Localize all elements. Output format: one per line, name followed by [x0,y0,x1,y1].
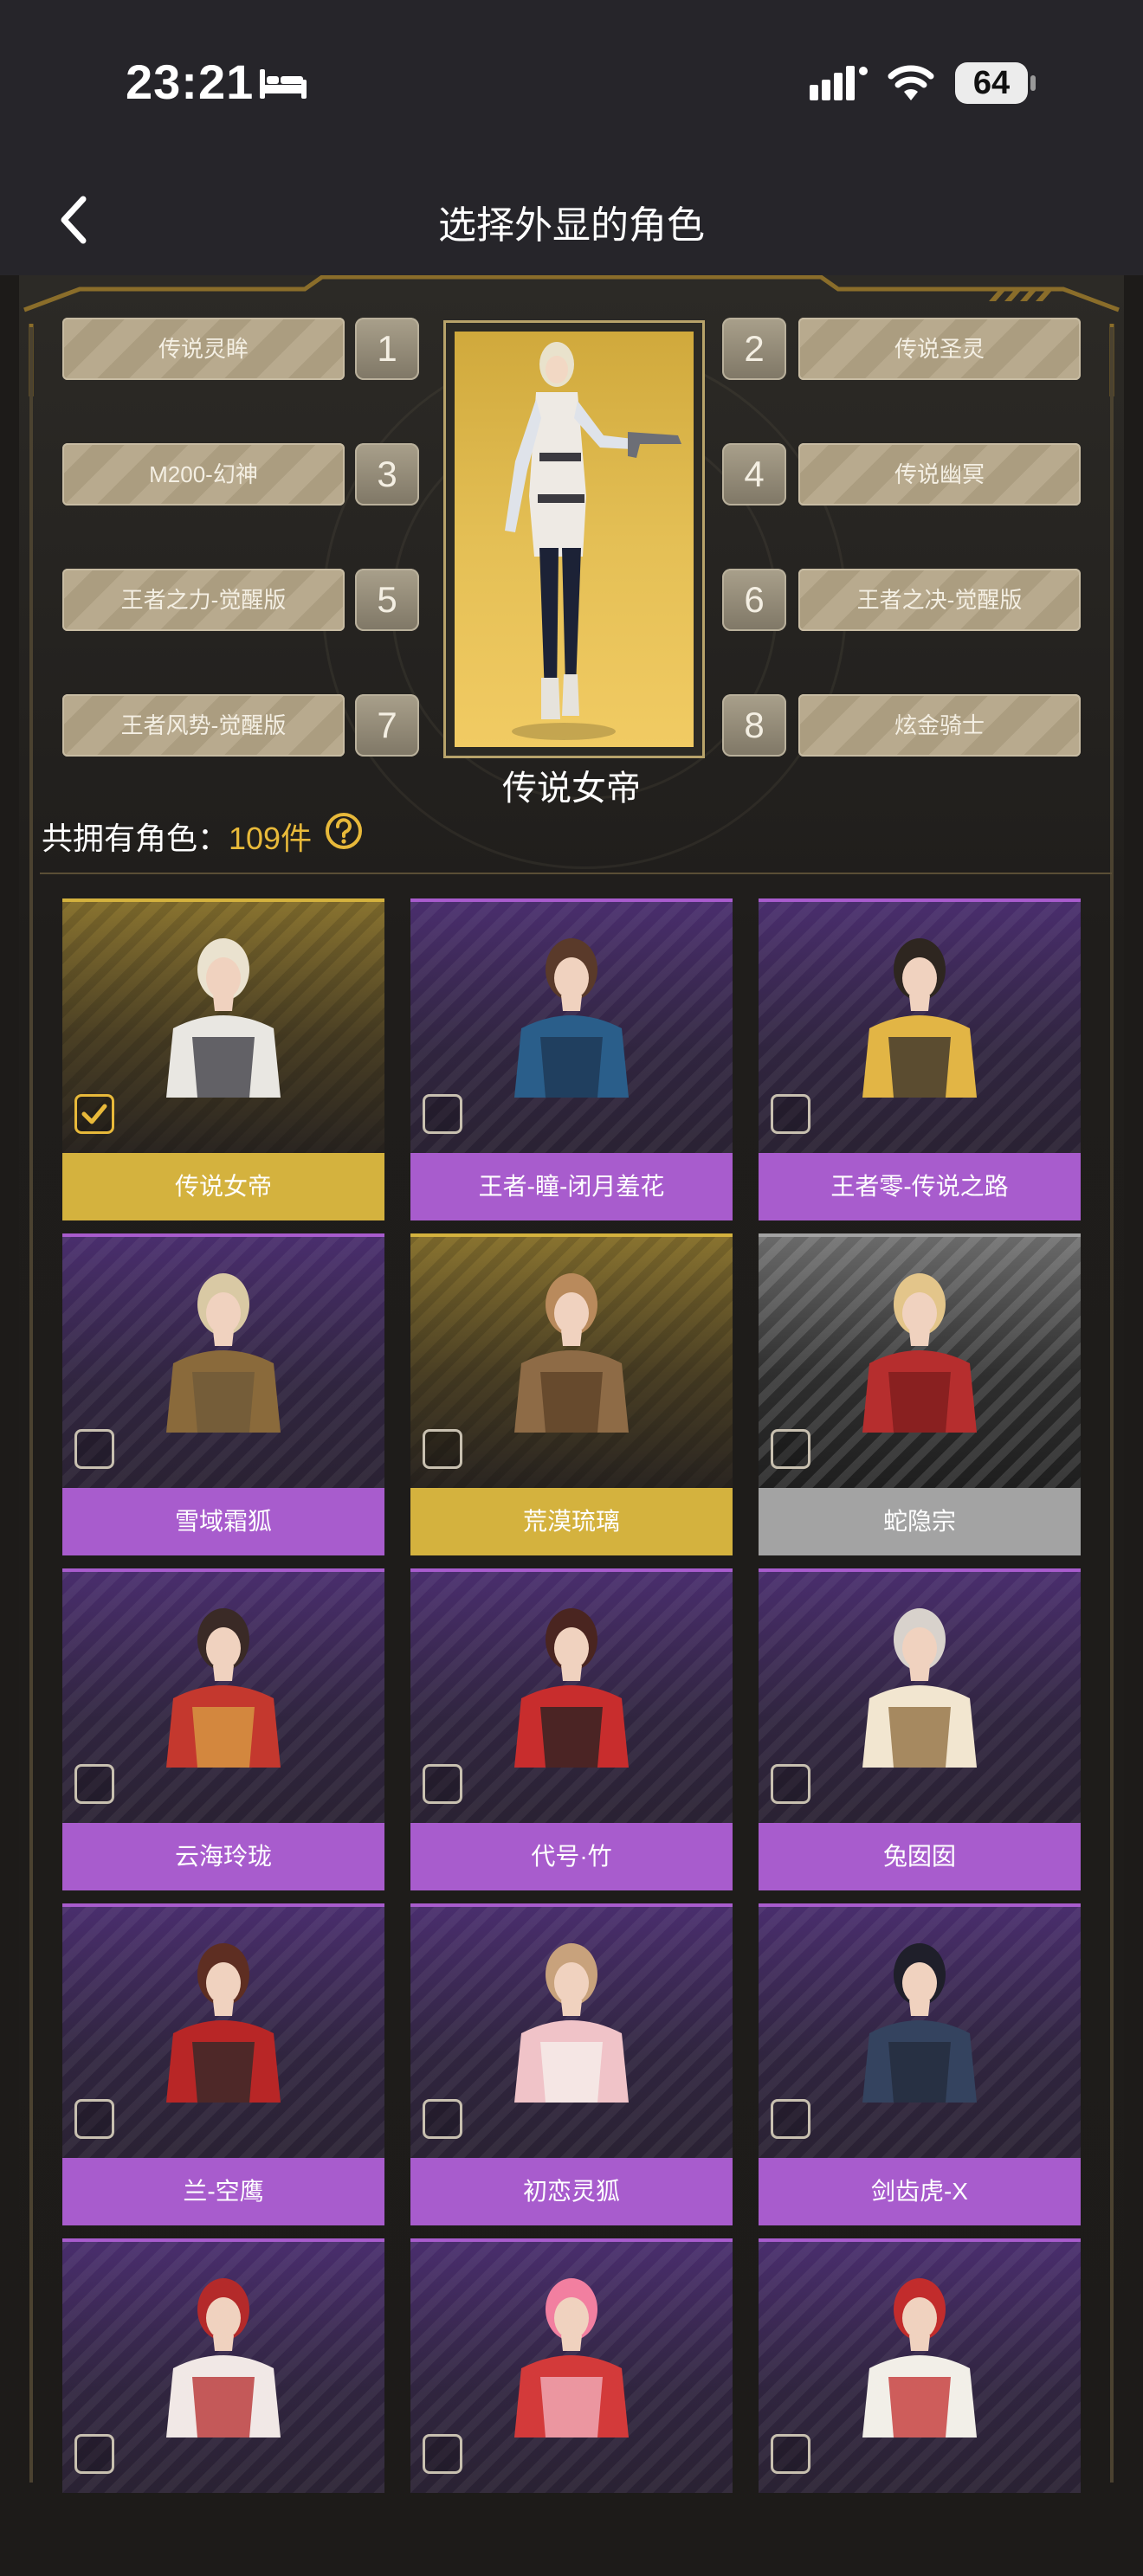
select-checkbox[interactable] [771,1094,810,1134]
select-checkbox[interactable] [74,1764,114,1804]
status-time: 23:21 [126,55,255,109]
character-name: 雪域霜狐 [62,1488,384,1555]
slot-7-label[interactable]: 王者风势-觉醒版 [62,694,345,757]
slot-1-number[interactable]: 1 [355,318,419,380]
character-card[interactable]: 王者零-传说之路 [759,898,1081,1236]
character-portrait [62,1233,384,1488]
character-name: 传说女帝 [62,1153,384,1220]
slot-4-label[interactable]: 传说幽冥 [798,443,1081,506]
character-name: 兰-空鹰 [62,2158,384,2225]
character-name: 剑齿虎-X [759,2158,1081,2225]
select-checkbox[interactable] [74,1094,114,1134]
slot-5-label[interactable]: 王者之力-觉醒版 [62,569,345,631]
wifi-icon [888,65,934,100]
slot-3-label[interactable]: M200-幻神 [62,443,345,506]
slot-6-label[interactable]: 王者之决-觉醒版 [798,569,1081,631]
character-name: 兔囡囡 [759,1823,1081,1890]
character-portrait [62,1903,384,2158]
page-title: 选择外显的角色 [438,204,705,247]
character-name: 初恋灵狐 [410,2158,733,2225]
slot-6-number[interactable]: 6 [722,569,786,631]
select-checkbox[interactable] [74,1429,114,1469]
status-bar: 23:21 64 [0,0,1143,164]
character-portrait [759,1233,1081,1488]
character-portrait [759,1903,1081,2158]
select-checkbox[interactable] [771,2099,810,2139]
character-portrait [410,898,733,1153]
character-portrait [62,898,384,1153]
character-card[interactable] [62,2238,384,2576]
character-card[interactable]: 传说女帝 [62,898,384,1236]
character-portrait [410,1233,733,1488]
battery-tip [1030,75,1036,91]
featured-character-portrait [455,332,694,747]
character-card[interactable]: 蛇隐宗 [759,1233,1081,1571]
character-card[interactable]: 王者-瞳-闭月羞花 [410,898,733,1236]
select-checkbox[interactable] [771,1764,810,1804]
character-portrait [410,2238,733,2493]
select-checkbox[interactable] [423,1764,462,1804]
character-name: 荒漠琉璃 [410,1488,733,1555]
slot-2-label[interactable]: 传说圣灵 [798,318,1081,380]
slot-1-label[interactable]: 传说灵眸 [62,318,345,380]
select-checkbox[interactable] [771,1429,810,1469]
character-card[interactable]: 云海玲珑 [62,1568,384,1906]
character-card[interactable]: 初恋灵狐 [410,1903,733,2241]
help-icon[interactable] [325,812,363,850]
character-name: 王者-瞳-闭月羞花 [410,1153,733,1220]
featured-character-name: 传说女帝 [502,770,641,808]
slot-5-number[interactable]: 5 [355,569,419,631]
character-portrait [62,1568,384,1823]
select-checkbox[interactable] [423,2434,462,2474]
character-portrait [410,1903,733,2158]
character-portrait [410,1568,733,1823]
checkmark-icon [81,1104,107,1124]
nav-bar: 选择外显的角色 [0,164,1143,275]
cellular-signal-icon [810,66,868,100]
character-card[interactable]: 兔囡囡 [759,1568,1081,1906]
character-card[interactable] [759,2238,1081,2576]
select-checkbox[interactable] [74,2434,114,2474]
battery-indicator: 64 [955,62,1028,104]
character-name: 代号·竹 [410,1823,733,1890]
character-name: 王者零-传说之路 [759,1153,1081,1220]
featured-character-frame [443,320,705,758]
character-card[interactable]: 代号·竹 [410,1568,733,1906]
character-name: 云海玲珑 [62,1823,384,1890]
character-portrait [62,2238,384,2493]
owned-count-label: 共拥有角色： [42,821,229,856]
character-card[interactable]: 雪域霜狐 [62,1233,384,1571]
character-portrait [759,2238,1081,2493]
section-divider [40,873,1112,874]
slot-2-number[interactable]: 2 [722,318,786,380]
character-portrait [759,898,1081,1153]
frame-left-edge [29,327,33,2483]
select-checkbox[interactable] [423,1094,462,1134]
select-checkbox[interactable] [423,1429,462,1469]
select-checkbox[interactable] [771,2434,810,2474]
frame-right-edge [1110,327,1114,2483]
character-card[interactable]: 荒漠琉璃 [410,1233,733,1571]
sleep-focus-icon [260,69,307,99]
character-card[interactable]: 兰-空鹰 [62,1903,384,2241]
character-figure-icon [505,342,681,740]
owned-count-value: 109件 [229,821,313,856]
slot-8-label[interactable]: 炫金骑士 [798,694,1081,757]
slot-4-number[interactable]: 4 [722,443,786,506]
character-portrait [759,1568,1081,1823]
character-card[interactable] [410,2238,733,2576]
character-card[interactable]: 剑齿虎-X [759,1903,1081,2241]
character-name: 蛇隐宗 [759,1488,1081,1555]
slot-8-number[interactable]: 8 [722,694,786,757]
select-checkbox[interactable] [74,2099,114,2139]
select-checkbox[interactable] [423,2099,462,2139]
slot-7-number[interactable]: 7 [355,694,419,757]
slot-3-number[interactable]: 3 [355,443,419,506]
owned-count-row: 共拥有角色：109件 [42,814,312,859]
